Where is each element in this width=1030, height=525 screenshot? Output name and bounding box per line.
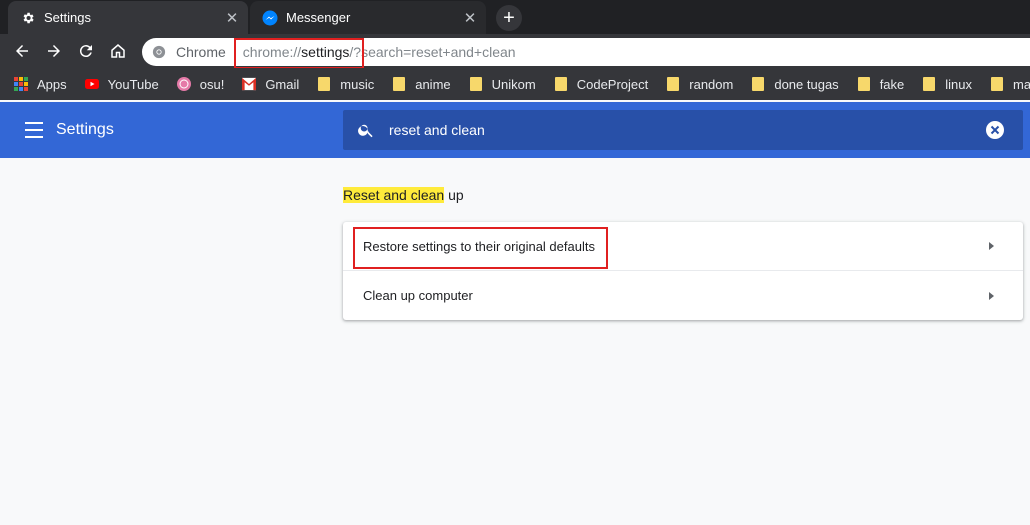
folder-icon — [666, 77, 680, 91]
url-query: /?search=reset+and+clean — [349, 44, 516, 60]
clean-up-computer-label: Clean up computer — [363, 288, 473, 303]
toolbar: Chrome chrome://settings/?search=reset+a… — [0, 34, 1030, 68]
bookmark-folder-anime[interactable]: anime — [392, 76, 451, 92]
folder-icon — [990, 77, 1004, 91]
tab-settings-label: Settings — [44, 10, 91, 25]
folder-icon — [857, 77, 871, 91]
restore-annotation-box — [353, 227, 608, 269]
section-title-rest: up — [444, 187, 464, 203]
chrome-chip: Chrome — [176, 44, 226, 60]
page-title: Settings — [56, 121, 114, 138]
bookmark-folder-maps[interactable]: maps — [990, 77, 1030, 92]
bookmark-label: done tugas — [774, 76, 839, 92]
bookmark-youtube[interactable]: YouTube — [84, 76, 159, 92]
bookmark-folder-random[interactable]: random — [666, 77, 733, 92]
folder-icon — [317, 77, 331, 91]
search-highlight: Reset and clean — [343, 187, 445, 203]
bookmark-label: Gmail — [265, 76, 300, 92]
forward-arrow-icon[interactable] — [42, 39, 66, 63]
home-icon[interactable] — [106, 39, 130, 63]
clean-up-computer-row[interactable]: Clean up computer — [343, 271, 1023, 320]
folder-icon — [751, 77, 765, 91]
chevron-right-icon — [989, 291, 994, 300]
bookmark-gmail[interactable]: Gmail — [242, 77, 299, 92]
bookmark-label: YouTube — [107, 76, 159, 92]
bookmark-folder-unikom[interactable]: Unikom — [469, 77, 536, 92]
bookmark-label: CodeProject — [576, 76, 649, 92]
messenger-icon — [262, 10, 278, 26]
close-icon[interactable]: ✕ — [224, 10, 240, 27]
bookmarks-bar: Apps YouTube osu! Gmail music anime Unik… — [0, 68, 1030, 100]
bookmark-apps[interactable]: Apps — [14, 77, 67, 92]
tab-messenger[interactable]: Messenger ✕ — [250, 1, 486, 34]
folder-icon — [554, 77, 568, 91]
reload-icon[interactable] — [74, 39, 98, 63]
search-icon — [357, 121, 375, 139]
bookmark-label: maps — [1013, 76, 1030, 92]
new-tab-button[interactable]: + — [496, 5, 522, 31]
close-icon[interactable]: ✕ — [462, 10, 478, 27]
back-arrow-icon[interactable] — [10, 39, 34, 63]
bookmark-folder-codeproject[interactable]: CodeProject — [554, 76, 649, 92]
youtube-icon — [84, 77, 99, 91]
bookmark-folder-linux[interactable]: linux — [922, 77, 972, 92]
apps-grid-icon — [14, 77, 28, 91]
bookmark-label: Apps — [37, 76, 67, 92]
chevron-right-icon — [989, 242, 994, 250]
section-title: Reset and clean up — [343, 187, 464, 203]
folder-icon — [469, 77, 483, 91]
bookmark-folder-music[interactable]: music — [317, 77, 374, 92]
bookmark-label: fake — [879, 76, 905, 92]
bookmark-label: random — [689, 76, 734, 92]
folder-icon — [922, 77, 936, 91]
tab-settings[interactable]: Settings ✕ — [8, 1, 248, 34]
settings-header: Settings reset and clean — [0, 102, 1030, 158]
bookmark-osu[interactable]: osu! — [176, 76, 225, 92]
tab-messenger-label: Messenger — [286, 10, 351, 25]
gmail-icon — [242, 77, 257, 91]
bookmark-folder-fake[interactable]: fake — [857, 76, 905, 92]
menu-icon[interactable] — [25, 122, 43, 138]
bookmark-label: Unikom — [491, 76, 536, 92]
bookmark-label: osu! — [199, 76, 225, 92]
bookmark-label: music — [340, 76, 375, 92]
folder-icon — [392, 77, 406, 91]
url-annotation-box — [234, 38, 364, 69]
chrome-logo-icon — [151, 44, 167, 60]
bookmark-label: linux — [945, 76, 973, 92]
bookmark-label: anime — [415, 76, 451, 92]
settings-search[interactable]: reset and clean — [343, 110, 1023, 150]
search-input[interactable]: reset and clean — [389, 122, 485, 138]
tab-strip: Settings ✕ Messenger ✕ + — [0, 0, 1030, 34]
gear-icon — [20, 10, 36, 26]
bookmark-folder-done-tugas[interactable]: done tugas — [751, 76, 839, 92]
clear-search-icon[interactable] — [986, 121, 1004, 139]
osu-icon — [176, 77, 191, 91]
